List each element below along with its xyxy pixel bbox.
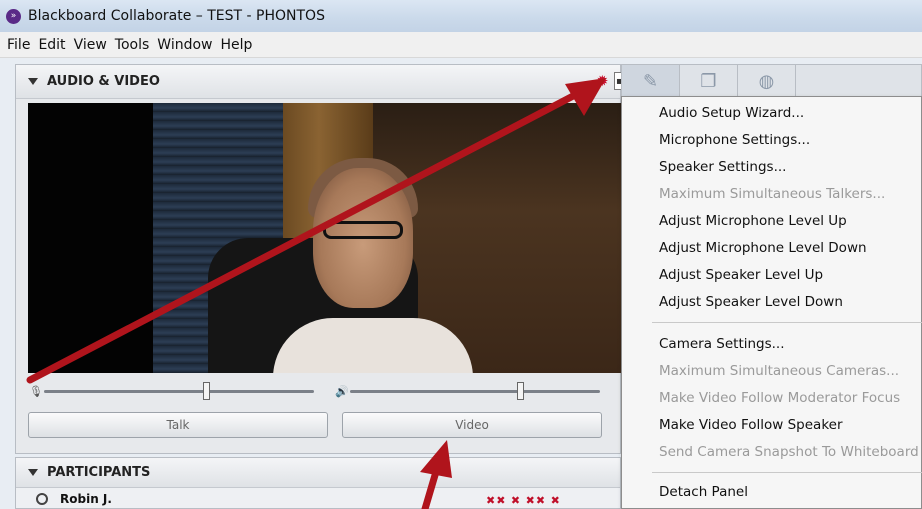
- microphone-level-slider[interactable]: [44, 381, 314, 400]
- menu-view[interactable]: View: [70, 37, 111, 53]
- video-person-shirt: [273, 318, 473, 373]
- menu-item-detach-panel[interactable]: Detach Panel: [659, 484, 748, 500]
- menu-bar: File Edit View Tools Window Help: [0, 32, 922, 58]
- collapse-triangle-icon[interactable]: [28, 78, 38, 85]
- speaker-slider-thumb[interactable]: [517, 381, 524, 400]
- menu-item-speaker-level-down[interactable]: Adjust Speaker Level Down: [659, 294, 843, 310]
- participants-panel: PARTICIPANTS Robin J. ✖✖ ✖ ✖✖ ✖: [15, 457, 621, 509]
- window-title: Blackboard Collaborate – TEST - PHONTOS: [28, 8, 325, 24]
- media-button-row: Talk Video: [28, 412, 622, 438]
- tab-application-sharing[interactable]: ❐: [680, 65, 738, 97]
- tab-web-tour[interactable]: ◍: [738, 65, 796, 97]
- menu-separator: [652, 322, 922, 323]
- speaker-icon: 🔊: [335, 384, 349, 398]
- level-sliders: 🎙 🔊: [28, 377, 622, 405]
- menu-window[interactable]: Window: [153, 37, 216, 53]
- menu-item-follow-speaker[interactable]: Make Video Follow Speaker: [659, 417, 843, 433]
- title-bar: » Blackboard Collaborate – TEST - PHONTO…: [0, 0, 922, 32]
- audio-video-header[interactable]: AUDIO & VIDEO ✹ ▪≡: [16, 65, 634, 99]
- app-share-icon: ❐: [700, 70, 717, 92]
- app-logo-icon: »: [6, 8, 21, 24]
- video-button[interactable]: Video: [342, 412, 602, 438]
- tab-whiteboard[interactable]: ✎: [622, 65, 680, 97]
- video-person-glasses: [323, 221, 403, 239]
- menu-item-speaker-level-up[interactable]: Adjust Speaker Level Up: [659, 267, 823, 283]
- audio-video-panel: AUDIO & VIDEO ✹ ▪≡ 🎙 🔊 Talk Video: [15, 64, 634, 454]
- menu-item-follow-moderator: Make Video Follow Moderator Focus: [659, 390, 901, 406]
- menu-item-camera-settings[interactable]: Camera Settings...: [659, 336, 785, 352]
- menu-item-microphone-settings[interactable]: Microphone Settings...: [659, 132, 810, 148]
- menu-file[interactable]: File: [3, 37, 34, 53]
- menu-help[interactable]: Help: [217, 37, 257, 53]
- menu-tools[interactable]: Tools: [111, 37, 154, 53]
- whiteboard-icon: ✎: [642, 70, 659, 92]
- talk-button[interactable]: Talk: [28, 412, 328, 438]
- participants-title: PARTICIPANTS: [47, 465, 151, 480]
- menu-item-max-talkers: Maximum Simultaneous Talkers...: [659, 186, 886, 202]
- menu-item-speaker-settings[interactable]: Speaker Settings...: [659, 159, 786, 175]
- audio-video-title: AUDIO & VIDEO: [47, 74, 160, 89]
- menu-item-camera-snapshot: Send Camera Snapshot To Whiteboard: [659, 444, 919, 460]
- menu-item-mic-level-up[interactable]: Adjust Microphone Level Up: [659, 213, 847, 229]
- participant-status-icon: [36, 493, 48, 505]
- video-feed: [28, 103, 622, 373]
- microphone-slider-thumb[interactable]: [203, 381, 210, 400]
- speaker-level-slider[interactable]: [350, 381, 600, 400]
- menu-edit[interactable]: Edit: [34, 37, 69, 53]
- participant-permission-icons[interactable]: ✖✖ ✖ ✖✖ ✖: [486, 494, 561, 507]
- menu-item-max-cameras: Maximum Simultaneous Cameras...: [659, 363, 900, 379]
- menu-separator: [652, 472, 922, 473]
- participant-name: Robin J.: [60, 492, 112, 506]
- participants-header[interactable]: PARTICIPANTS: [16, 458, 620, 488]
- content-tabs: ✎ ❐ ◍: [621, 64, 922, 98]
- microphone-icon: 🎙: [29, 384, 43, 398]
- globe-icon: ◍: [758, 70, 775, 92]
- audio-video-options-menu: Audio Setup Wizard... Microphone Setting…: [621, 96, 922, 509]
- menu-item-audio-setup-wizard[interactable]: Audio Setup Wizard...: [659, 105, 804, 121]
- preferences-gear-icon[interactable]: ✹: [596, 72, 609, 90]
- collapse-triangle-icon[interactable]: [28, 469, 38, 476]
- menu-item-mic-level-down[interactable]: Adjust Microphone Level Down: [659, 240, 867, 256]
